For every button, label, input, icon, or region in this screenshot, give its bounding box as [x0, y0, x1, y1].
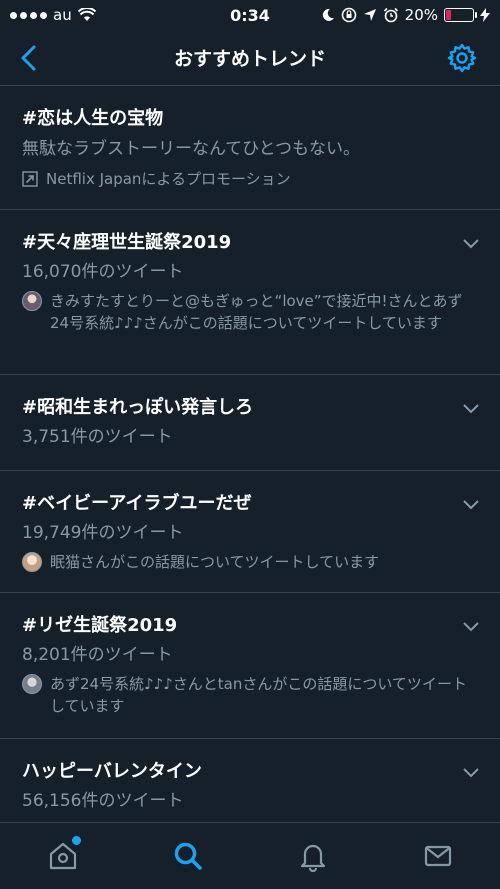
carrier-label: au — [53, 6, 72, 24]
tab-search[interactable] — [158, 826, 218, 886]
avatar — [22, 552, 42, 572]
avatar — [22, 291, 42, 311]
trend-item[interactable]: #ベイビーアイラブユーだぜ 19,749件のツイート 眠猫さんがこの話題について… — [0, 471, 500, 593]
trend-context: あず24号系統♪♪♪さんとtanさんがこの話題についてツイートしています — [22, 673, 478, 717]
trend-item[interactable]: #天々座理世生誕祭2019 16,070件のツイート きみすたすとりーと@もぎゅ… — [0, 210, 500, 375]
tab-messages[interactable] — [408, 826, 468, 886]
context-text: あず24号系統♪♪♪さんとtanさんがこの話題についてツイートしています — [50, 675, 467, 715]
chevron-down-icon[interactable] — [462, 767, 480, 779]
mail-icon — [424, 845, 451, 867]
charging-icon — [480, 8, 490, 22]
battery-percent: 20% — [404, 6, 438, 24]
tweet-count: 16,070件のツイート — [22, 262, 184, 282]
trend-description: 無駄なラブストーリーなんてひとつもない。 — [22, 139, 360, 159]
trend-item[interactable]: ハッピーバレンタイン 56,156件のツイート — [0, 739, 500, 822]
trend-list: #恋は人生の宝物 無駄なラブストーリーなんてひとつもない。 Netflix Ja… — [0, 86, 500, 822]
context-text: きみすたすとりーと@もぎゅっと“love”で接近中!さんとあず24号系統♪♪♪さ… — [50, 292, 463, 332]
chevron-down-icon[interactable] — [462, 499, 480, 511]
tweet-count: 19,749件のツイート — [22, 523, 184, 543]
trend-name: ハッピーバレンタイン — [22, 761, 202, 782]
alarm-icon — [383, 7, 398, 23]
trend-promo: Netflix Japanによるプロモーション — [22, 168, 478, 189]
promoted-icon — [22, 170, 38, 187]
trend-name: #昭和生まれっぽい発言しろ — [22, 397, 254, 418]
chevron-left-icon[interactable] — [14, 42, 44, 74]
gear-icon[interactable] — [446, 42, 478, 74]
chevron-down-icon[interactable] — [462, 403, 480, 415]
trend-context: きみすたすとりーと@もぎゅっと“love”で接近中!さんとあず24号系統♪♪♪さ… — [22, 290, 478, 334]
tab-bar — [0, 822, 500, 889]
trend-context: 眠猫さんがこの話題についてツイートしています — [22, 551, 478, 573]
trend-item[interactable]: #恋は人生の宝物 無駄なラブストーリーなんてひとつもない。 Netflix Ja… — [0, 86, 500, 210]
bell-icon — [300, 844, 325, 872]
moon-icon — [322, 8, 334, 21]
nav-header: おすすめトレンド — [0, 30, 500, 86]
tab-home[interactable] — [33, 826, 93, 886]
search-icon — [174, 842, 202, 870]
rotation-lock-icon — [341, 7, 356, 23]
status-left: au — [10, 6, 96, 24]
tweet-count: 8,201件のツイート — [22, 645, 173, 665]
context-text: 眠猫さんがこの話題についてツイートしています — [50, 553, 380, 571]
notification-dot — [71, 836, 81, 845]
chevron-down-icon[interactable] — [462, 238, 480, 250]
home-icon — [49, 842, 76, 870]
chevron-down-icon[interactable] — [462, 621, 480, 633]
location-icon — [363, 9, 376, 21]
avatar — [22, 674, 42, 694]
signal-icon — [10, 11, 47, 19]
page-title: おすすめトレンド — [173, 48, 326, 70]
trend-name: #ベイビーアイラブユーだぜ — [22, 493, 252, 514]
trend-name: #リゼ生誕祭2019 — [22, 615, 178, 636]
trend-item[interactable]: #昭和生まれっぽい発言しろ 3,751件のツイート — [0, 375, 500, 471]
trend-name: #天々座理世生誕祭2019 — [22, 232, 232, 253]
trend-name: #恋は人生の宝物 — [22, 108, 164, 129]
trend-item[interactable]: #リゼ生誕祭2019 8,201件のツイート あず24号系統♪♪♪さんとtanさ… — [0, 593, 500, 739]
wifi-icon — [77, 8, 96, 21]
promo-label: Netflix Japanによるプロモーション — [46, 170, 291, 188]
status-bar: au 0:34 20% — [0, 0, 500, 30]
battery-icon — [444, 8, 477, 22]
tab-notifications[interactable] — [283, 826, 343, 886]
battery-fill — [446, 10, 452, 20]
status-right: 20% — [321, 6, 490, 24]
tweet-count: 3,751件のツイート — [22, 427, 173, 447]
tweet-count: 56,156件のツイート — [22, 791, 184, 811]
